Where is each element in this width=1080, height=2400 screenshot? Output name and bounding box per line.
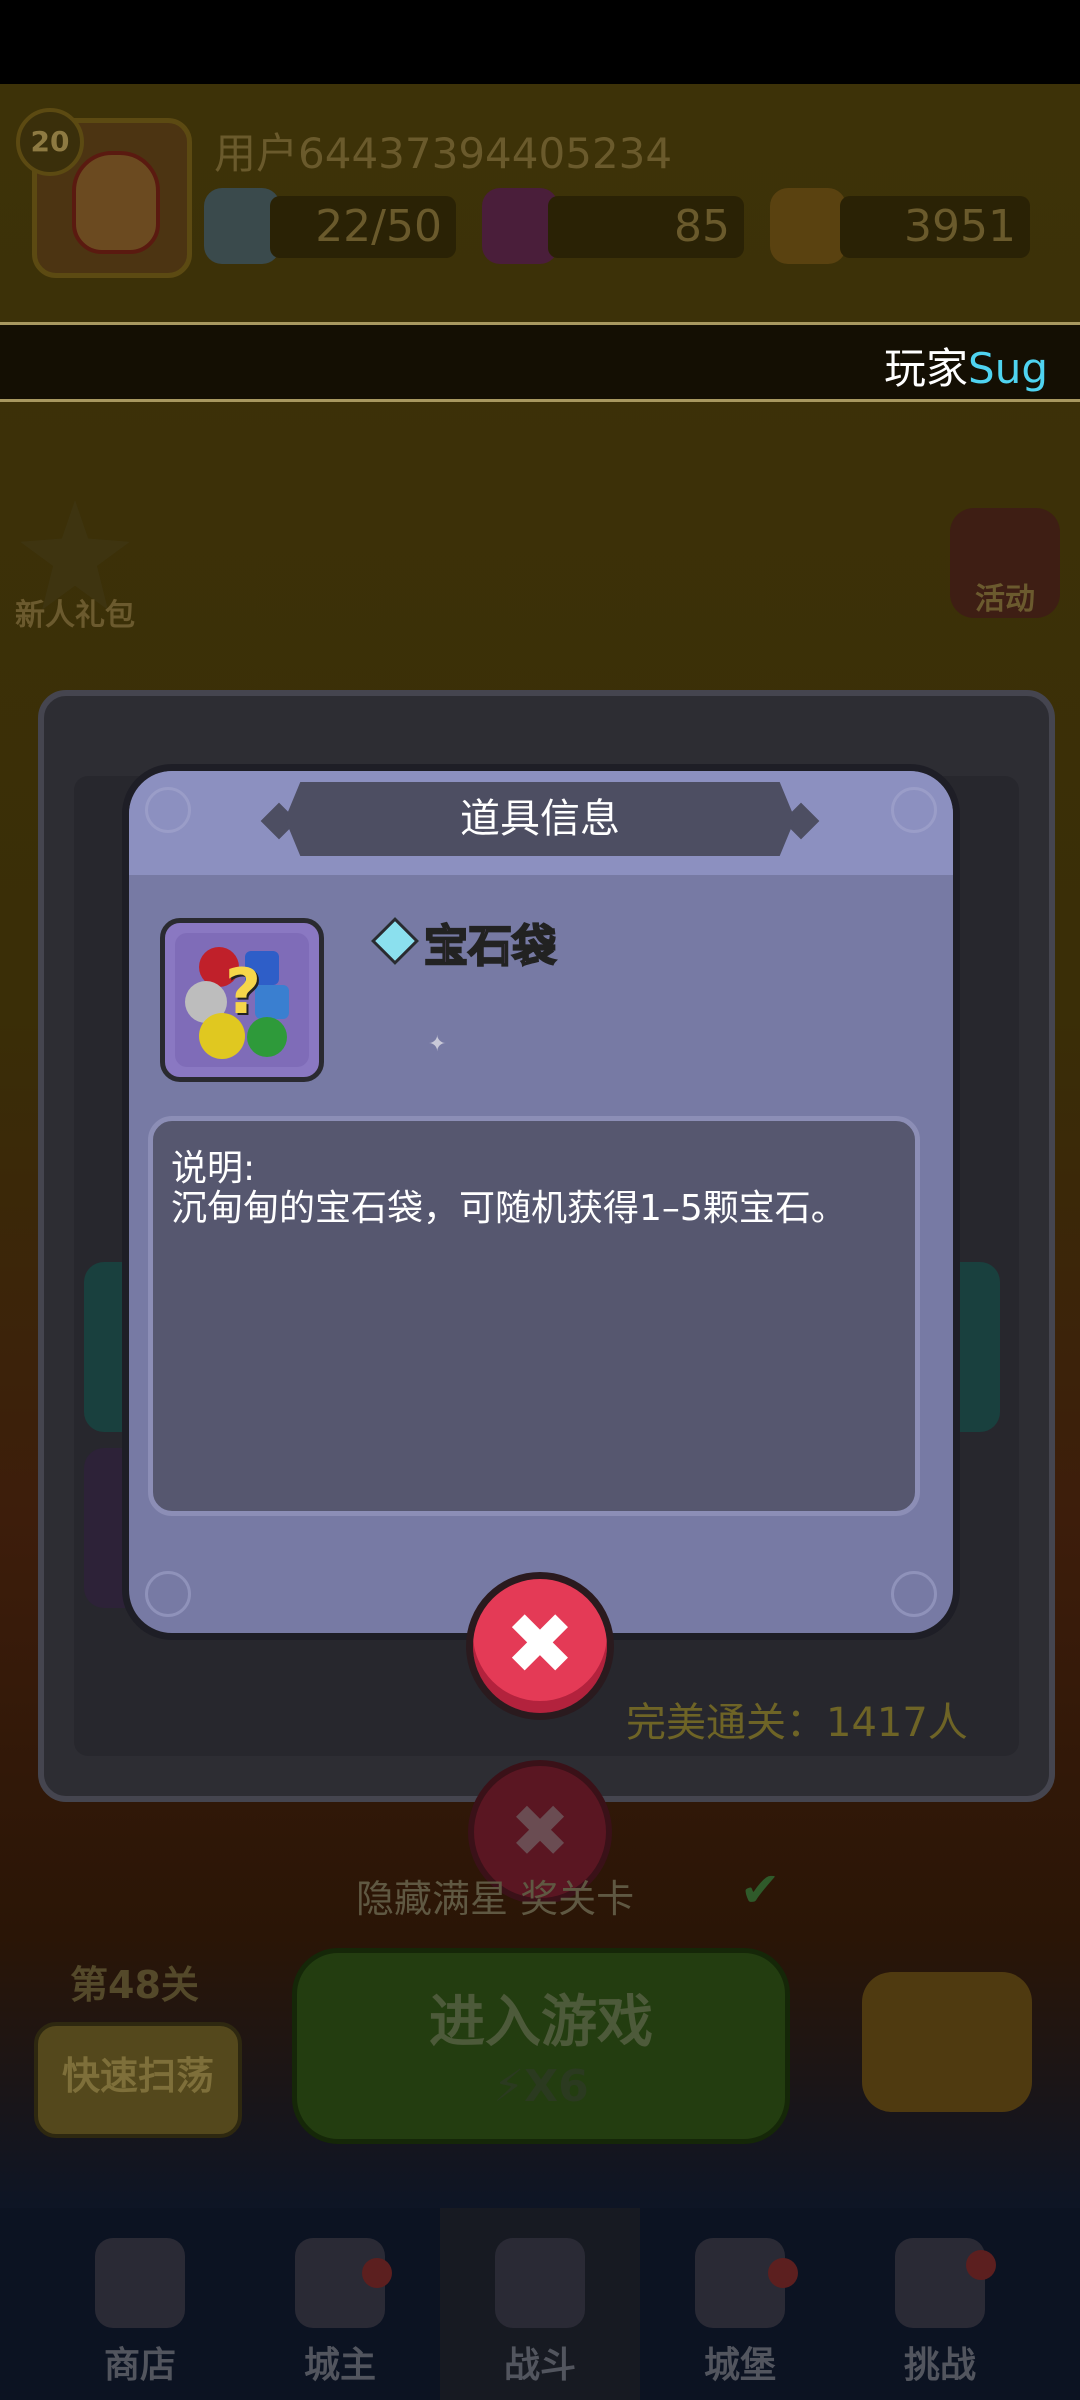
activity-label: 活动 — [975, 582, 1035, 617]
swords-icon — [495, 2238, 585, 2328]
check-icon: ✔ — [740, 1862, 781, 1918]
energy-counter: 22/50 — [270, 196, 456, 258]
close-icon: ✖ — [504, 1595, 576, 1693]
shop-icon — [95, 2238, 185, 2328]
notification-dot — [362, 2258, 392, 2288]
dialog-title: 道具信息 — [285, 782, 795, 856]
gem-counter: 85 — [548, 196, 744, 258]
player-name: 用户64437394405234 — [214, 129, 673, 178]
description-box: 说明: 沉甸甸的宝石袋，可随机获得1–5颗宝石。 — [148, 1116, 920, 1516]
close-dialog-button[interactable]: ✖ — [466, 1572, 614, 1720]
status-bar — [0, 0, 1080, 84]
energy-icon[interactable] — [204, 188, 280, 264]
newbie-pack-label: 新人礼包 — [15, 598, 135, 633]
gem-bag-icon: ? — [175, 933, 309, 1067]
corner-ornament — [145, 1571, 191, 1617]
item-name: 宝石袋 — [423, 920, 557, 973]
challenge-icon — [895, 2238, 985, 2328]
nav-shop[interactable]: 商店 — [50, 2228, 230, 2388]
hidden-level-text: 隐藏满星 奖关卡 — [356, 1877, 635, 1921]
announcement-text: 玩家Sug — [884, 344, 1048, 393]
sparkle-icon: ✦ — [428, 1032, 447, 1057]
question-mark-icon: ? — [225, 955, 261, 1028]
description-text: 沉甸甸的宝石袋，可随机获得1–5颗宝石。 — [171, 1188, 847, 1229]
nav-battle[interactable]: 战斗 — [450, 2228, 630, 2388]
player-level-badge: 20 — [16, 108, 84, 176]
notification-dot — [768, 2258, 798, 2288]
perfect-clear-count: 完美通关：1417人 — [626, 1700, 968, 1746]
nav-castle[interactable]: 城堡 — [650, 2228, 830, 2388]
nav-challenge[interactable]: 挑战 — [850, 2228, 1030, 2388]
gem-icon[interactable] — [482, 188, 558, 264]
corner-ornament — [891, 787, 937, 833]
corner-ornament — [145, 787, 191, 833]
announcement-banner: 玩家Sug — [0, 322, 1080, 402]
gold-icon[interactable] — [770, 188, 846, 264]
description-label: 说明: — [171, 1148, 256, 1189]
nav-lord[interactable]: 城主 — [250, 2228, 430, 2388]
avatar-face — [72, 151, 160, 254]
level-number: 第48关 — [70, 1963, 199, 2007]
gold-counter: 3951 — [840, 196, 1030, 258]
enter-game-button[interactable]: 进入游戏 ⚡X6 — [292, 1948, 790, 2144]
quick-sweep-button[interactable]: 快速扫荡 — [34, 2022, 242, 2138]
treasure-chest-icon[interactable] — [862, 1972, 1032, 2112]
corner-ornament — [891, 1571, 937, 1617]
item-icon-frame: ? — [160, 918, 324, 1082]
notification-dot — [966, 2250, 996, 2280]
enter-game-label: 进入游戏 — [429, 1990, 653, 2055]
energy-cost: ⚡X6 — [493, 2061, 589, 2112]
